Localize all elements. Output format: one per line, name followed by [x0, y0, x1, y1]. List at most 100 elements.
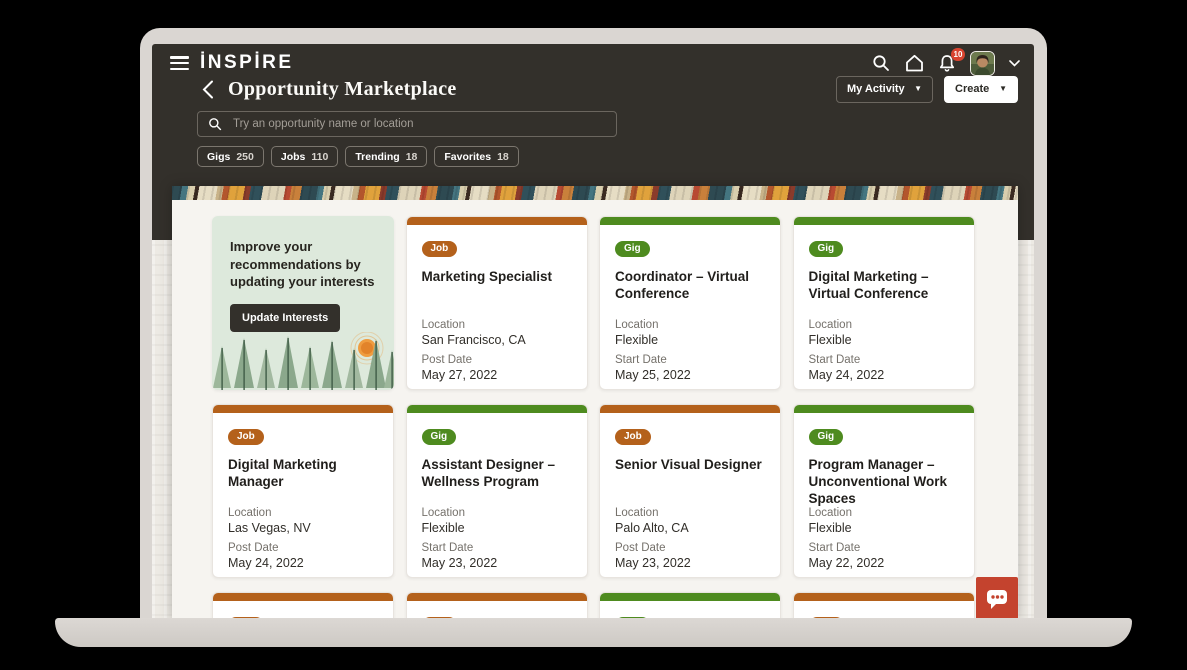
opportunity-card-cutoff[interactable]: Job — [792, 592, 975, 620]
date-label: Start Date — [615, 353, 667, 366]
filter-pill-gigs[interactable]: Gigs 250 — [197, 146, 264, 167]
location-label: Location — [228, 506, 272, 519]
date-label: Post Date — [228, 541, 279, 554]
date-value: May 24, 2022 — [228, 555, 304, 570]
location-label: Location — [615, 506, 659, 519]
chat-bubble-icon — [987, 590, 1007, 609]
account-chevron-down-icon[interactable] — [1008, 53, 1020, 73]
location-label: Location — [421, 506, 465, 519]
opportunity-cards-grid: Improve your recommendations by updating… — [172, 200, 1018, 620]
opportunity-card-cutoff[interactable]: Job — [212, 592, 394, 620]
opportunity-card[interactable]: Job Digital Marketing Manager Location La… — [212, 404, 394, 578]
card-accent-bar — [600, 217, 780, 225]
date-value: May 23, 2022 — [421, 555, 498, 570]
location-value: Flexible — [421, 520, 465, 535]
card-accent-bar — [793, 405, 974, 413]
card-type-badge: Job — [228, 428, 264, 445]
home-icon[interactable] — [904, 53, 924, 73]
card-accent-bar — [406, 593, 587, 601]
content-sheet: Improve your recommendations by updating… — [172, 186, 1018, 620]
search-icon[interactable] — [871, 53, 891, 73]
card-accent-bar — [406, 405, 587, 413]
date-label: Start Date — [421, 541, 474, 554]
inspire-logo[interactable]: İNSPİRE — [200, 52, 294, 74]
location-value: Flexible — [615, 332, 659, 347]
recommendations-promo-card: Improve your recommendations by updating… — [212, 216, 394, 390]
card-type-badge: Job — [421, 240, 458, 257]
date-label: Post Date — [615, 541, 666, 554]
card-accent-bar — [213, 593, 393, 601]
hamburger-menu-icon[interactable] — [170, 56, 189, 70]
card-type-badge: Job — [615, 428, 651, 445]
opportunity-card[interactable]: Gig Program Manager – Unconventional Wor… — [792, 404, 975, 578]
laptop-screen: İNSPİRE 10 Opportunity Marketplace My Ac… — [152, 44, 1034, 620]
date-value: May 22, 2022 — [808, 556, 885, 571]
promo-title: Improve your recommendations by updating… — [230, 239, 375, 290]
opportunity-search-box[interactable] — [197, 111, 617, 137]
opportunity-card-cutoff[interactable]: Job — [405, 592, 588, 620]
my-activity-button[interactable]: My Activity ▼ — [836, 75, 933, 103]
notifications-bell-icon[interactable]: 10 — [937, 48, 965, 73]
location-label: Location — [421, 318, 465, 331]
notification-count-badge: 10 — [951, 48, 965, 61]
card-type-badge: Gig — [808, 240, 844, 257]
search-input-icon — [209, 118, 222, 131]
date-label: Start Date — [808, 542, 861, 555]
date-value: May 27, 2022 — [421, 367, 498, 382]
my-activity-label: My Activity — [847, 83, 905, 95]
card-accent-bar — [213, 405, 393, 413]
location-value: Las Vegas, NV — [228, 520, 311, 535]
update-interests-button[interactable]: Update Interests — [230, 303, 341, 332]
chat-button[interactable] — [976, 577, 1018, 620]
page-title: Opportunity Marketplace — [228, 77, 457, 100]
card-type-badge: Gig — [808, 428, 844, 445]
opportunity-card[interactable]: Job Marketing Specialist Location San Fra… — [405, 216, 588, 390]
date-value: May 24, 2022 — [808, 367, 885, 382]
date-value: May 23, 2022 — [615, 555, 691, 570]
card-accent-bar — [600, 405, 780, 413]
card-title: Program Manager – Unconventional Work Sp… — [808, 456, 948, 507]
location-value: Flexible — [808, 332, 852, 347]
card-type-badge: Gig — [421, 428, 457, 445]
caret-down-icon: ▼ — [999, 84, 1007, 93]
filter-pills: Gigs 250 Jobs 110 Trending 18 Favorites … — [197, 146, 519, 167]
filter-pill-trending[interactable]: Trending 18 — [345, 146, 428, 167]
laptop-base — [55, 618, 1132, 647]
card-title: Digital Marketing – Virtual Conference — [808, 268, 929, 301]
card-accent-bar — [793, 593, 974, 601]
opportunity-card[interactable]: Job Senior Visual Designer Location Palo … — [599, 404, 781, 578]
caret-down-icon: ▼ — [914, 84, 922, 93]
forest-illustration — [213, 332, 394, 390]
create-label: Create — [955, 83, 990, 95]
location-value: San Francisco, CA — [421, 332, 526, 347]
location-label: Location — [808, 318, 852, 331]
location-label: Location — [615, 318, 659, 331]
card-title: Digital Marketing Manager — [228, 456, 337, 489]
card-accent-bar — [793, 217, 974, 225]
card-accent-bar — [600, 593, 780, 601]
opportunity-card[interactable]: Gig Digital Marketing – Virtual Conferen… — [792, 216, 975, 390]
filter-pill-jobs[interactable]: Jobs 110 — [270, 146, 339, 167]
card-accent-bar — [406, 217, 587, 225]
location-label: Location — [808, 507, 852, 520]
create-button[interactable]: Create ▼ — [944, 75, 1018, 103]
card-title: Assistant Designer – Wellness Program — [421, 456, 556, 489]
decorative-pattern-banner — [172, 186, 1018, 200]
date-value: May 25, 2022 — [615, 367, 691, 382]
user-avatar[interactable] — [970, 50, 995, 76]
filter-pill-favorites[interactable]: Favorites 18 — [434, 146, 519, 167]
page-title-row: Opportunity Marketplace My Activity ▼ Cr… — [152, 74, 1034, 104]
date-label: Post Date — [421, 353, 473, 366]
card-title: Marketing Specialist — [421, 268, 553, 284]
opportunity-card[interactable]: Gig Assistant Designer – Wellness Progra… — [405, 404, 588, 578]
back-chevron-icon[interactable] — [202, 80, 214, 99]
date-label: Start Date — [808, 353, 861, 366]
location-value: Flexible — [808, 521, 852, 536]
card-title: Coordinator – Virtual Conference — [615, 268, 750, 301]
search-input[interactable] — [231, 117, 616, 131]
opportunity-card-cutoff[interactable]: Gig — [599, 592, 781, 620]
top-navigation-bar: İNSPİRE 10 — [152, 48, 1034, 76]
opportunity-card[interactable]: Gig Coordinator – Virtual Conference Loc… — [599, 216, 781, 390]
location-value: Palo Alto, CA — [615, 520, 689, 535]
card-type-badge: Gig — [615, 240, 650, 257]
